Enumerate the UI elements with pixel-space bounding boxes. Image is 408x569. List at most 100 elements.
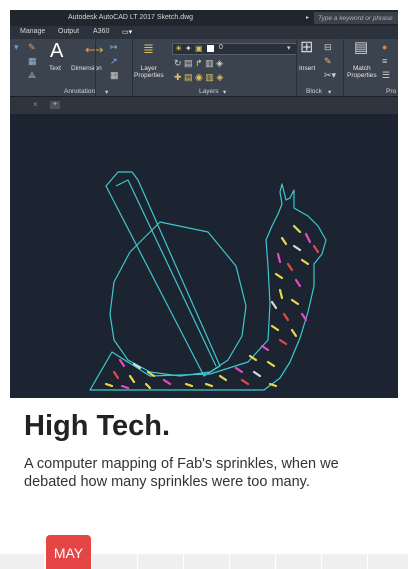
sprinkle	[286, 262, 294, 272]
sprinkle	[184, 382, 194, 388]
sprinkle	[204, 382, 214, 388]
sprinkle	[218, 374, 228, 382]
sprinkle	[112, 370, 120, 380]
search-arrow-icon: ▸	[306, 15, 310, 21]
edit-icon[interactable]: ▦	[28, 57, 37, 66]
panel-annotation[interactable]: Annotation	[64, 88, 95, 95]
sprinkle	[292, 244, 302, 252]
title-bar: Autodesk AutoCAD LT 2017 Sketch.dwg ▸ Ty…	[10, 10, 398, 26]
snail-drawing	[89, 171, 327, 391]
sprinkle	[266, 360, 276, 368]
linear-dim-icon[interactable]: ↦	[110, 43, 118, 52]
sprinkle	[270, 300, 278, 310]
more-tabs-icon[interactable]: ▭▾	[122, 28, 132, 36]
layer-tools-2-icon[interactable]: ✚ ▤ ◉ ▥ ◈	[174, 73, 223, 82]
layer-tools-icon[interactable]: ↻ ▤ ↱ ▥ ◈	[174, 59, 223, 68]
tab-manage[interactable]: Manage	[20, 28, 45, 35]
tool-icon[interactable]: ▾	[14, 43, 19, 52]
new-tab-icon[interactable]: +	[50, 101, 60, 109]
sprinkle	[300, 258, 310, 266]
calendar-cell[interactable]	[184, 554, 229, 569]
color-wheel-icon[interactable]: ●	[382, 43, 387, 52]
close-tab-icon[interactable]: ×	[33, 100, 38, 109]
snail-shell-outline	[109, 221, 247, 377]
ribbon: ▾ ✎ ▦ ⟁ A Text ⟷ Dimension ↦ ↗ ▦ ≣ Layer…	[10, 39, 398, 97]
calendar-cell[interactable]	[138, 554, 183, 569]
divider	[95, 39, 96, 96]
leader-icon[interactable]: ↗	[110, 57, 118, 66]
text-tool-icon[interactable]: A	[50, 41, 63, 61]
sprinkle	[282, 312, 290, 322]
autocad-screenshot: Autodesk AutoCAD LT 2017 Sketch.dwg ▸ Ty…	[10, 10, 398, 398]
month-tab[interactable]: MAY	[46, 535, 91, 569]
sprinkle	[252, 370, 262, 378]
layer-properties-icon[interactable]: ≣	[143, 42, 154, 55]
sprinkle	[290, 298, 300, 306]
calendar-cell[interactable]	[276, 554, 321, 569]
sprinkle	[268, 382, 278, 388]
bulb-icon: ☀	[175, 44, 183, 53]
divider	[343, 39, 344, 96]
divider	[296, 39, 297, 96]
edit-block-icon[interactable]: ✎	[324, 57, 332, 66]
block-attr-icon[interactable]: ✂▾	[324, 71, 336, 80]
sprinkle	[144, 382, 152, 390]
snail-body-outline	[89, 183, 327, 391]
sprinkles	[104, 224, 320, 390]
tab-output[interactable]: Output	[58, 28, 79, 35]
dimension-label: Dimension	[71, 65, 102, 72]
color-swatch-icon	[207, 45, 214, 52]
create-block-icon[interactable]: ⊟	[324, 43, 332, 52]
tab-a360[interactable]: A360	[93, 28, 109, 35]
document-tabs: × +	[10, 97, 398, 114]
text-tool-label: Text	[49, 65, 61, 72]
panel-annotation-chevron-icon[interactable]: ▾	[105, 88, 108, 96]
pencil-inner-outline	[115, 179, 217, 367]
window-title: Autodesk AutoCAD LT 2017 Sketch.dwg	[68, 14, 194, 21]
layer-value: 0	[219, 44, 223, 51]
panel-block-chevron-icon[interactable]: ▾	[328, 88, 331, 96]
sprinkle	[104, 382, 114, 388]
lineweight-icon[interactable]: ≡	[382, 57, 387, 66]
search-input[interactable]: Type a keyword or phrase	[314, 12, 398, 24]
sprinkle	[276, 252, 282, 264]
sprinkle	[278, 338, 288, 346]
panel-block[interactable]: Block	[306, 88, 322, 95]
panel-layers-chevron-icon[interactable]: ▾	[223, 88, 226, 96]
sprinkle	[234, 366, 244, 374]
drawing-canvas[interactable]	[10, 114, 398, 398]
calendar-cell[interactable]	[92, 554, 137, 569]
sprinkle	[162, 378, 172, 386]
sprinkle	[120, 384, 130, 390]
freeze-icon: ✦	[185, 44, 192, 53]
sprinkle	[290, 328, 298, 338]
insert-icon[interactable]: ⊞	[300, 40, 313, 56]
calendar-cell[interactable]	[230, 554, 275, 569]
panel-properties[interactable]: Pro	[386, 88, 396, 95]
sprinkle	[274, 272, 284, 280]
layer-dropdown[interactable]: ☀ ✦ ▣ 0 ▾	[172, 43, 297, 55]
sprinkle	[280, 236, 288, 246]
panel-layers[interactable]: Layers	[199, 88, 219, 95]
sprinkle	[292, 224, 302, 234]
lock-icon: ▣	[195, 44, 203, 53]
calendar-cell[interactable]	[322, 554, 367, 569]
insert-label: Insert	[299, 65, 316, 72]
calendar-cell[interactable]	[368, 554, 408, 569]
divider	[132, 39, 133, 96]
scale-icon[interactable]: ⟁	[28, 71, 36, 80]
sprinkle	[270, 324, 280, 332]
match-properties-icon[interactable]: ▤	[354, 40, 368, 55]
pencil-icon[interactable]: ✎	[28, 43, 36, 52]
linetype-icon[interactable]: ☰	[382, 71, 390, 80]
sprinkle	[118, 358, 126, 368]
ribbon-tabs: Manage Output A360 ▭▾	[10, 26, 398, 39]
layer-properties-label: Layer Properties	[134, 65, 164, 79]
sprinkle	[240, 378, 250, 386]
calendar-cell[interactable]	[0, 554, 44, 569]
table-icon[interactable]: ▦	[110, 71, 119, 80]
article-headline: High Tech.	[24, 410, 171, 442]
article-description: A computer mapping of Fab's sprinkles, w…	[24, 456, 339, 490]
sprinkle	[312, 244, 320, 254]
sprinkle	[300, 312, 308, 322]
